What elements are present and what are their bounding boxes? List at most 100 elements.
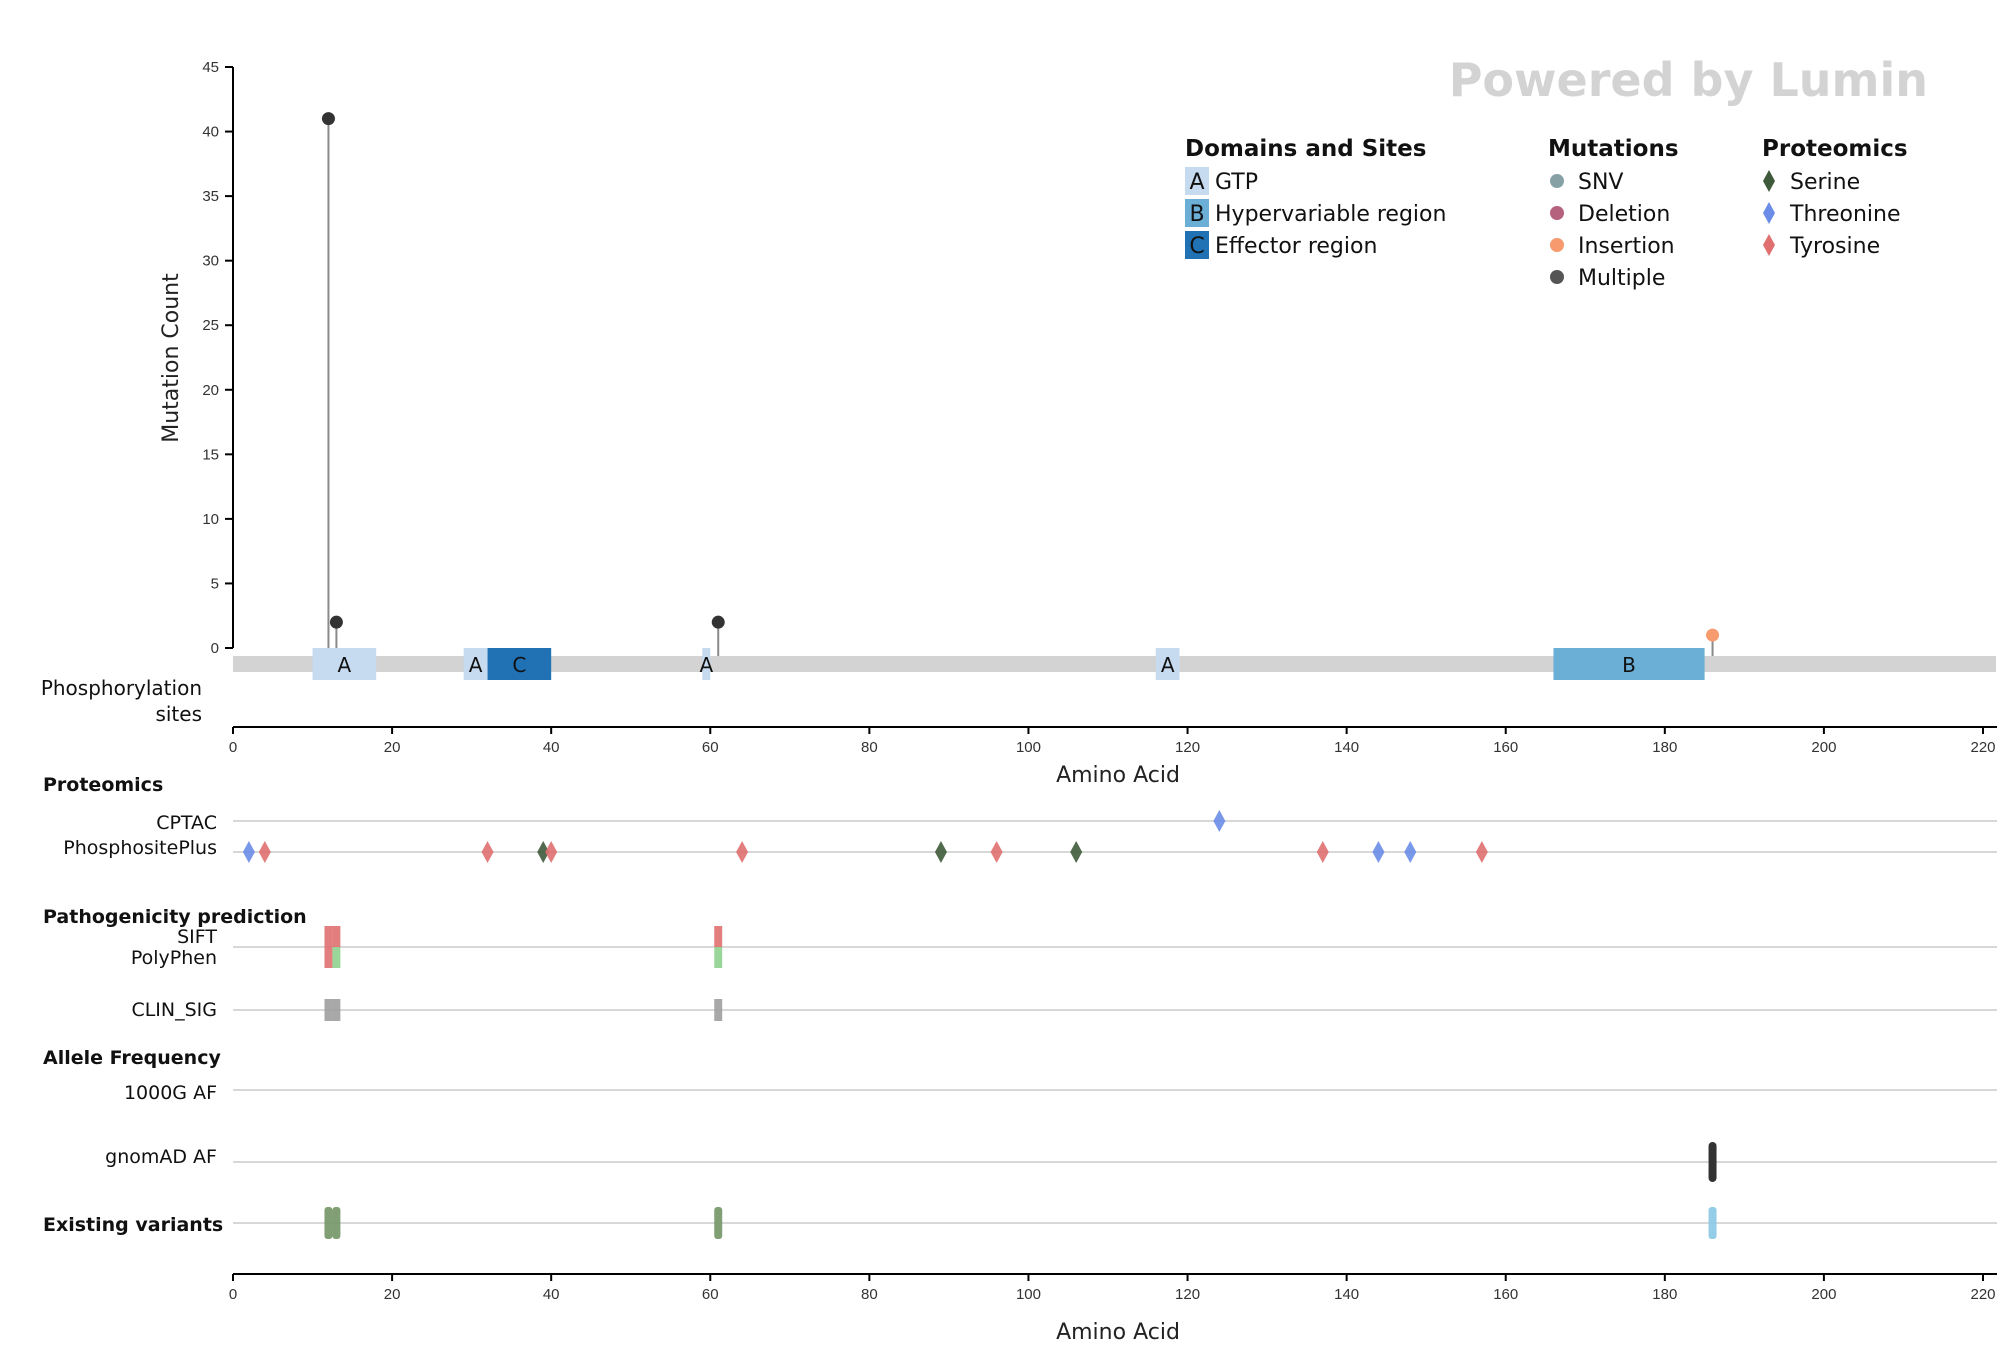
x-tick-label: 220 [1970, 739, 1995, 756]
x-tick-label: 0 [229, 739, 237, 756]
domain-label: B [1622, 653, 1636, 677]
x-axis-top-label: Amino Acid [1056, 763, 1180, 788]
phosphositeplus-site-threonine [1372, 841, 1385, 863]
track-label-gnomad: gnomAD AF [105, 1146, 217, 1168]
phosphositeplus-site-threonine [1404, 841, 1417, 863]
sift-mark [714, 926, 723, 947]
legend-domain-label: Hypervariable region [1215, 202, 1446, 227]
phosphositeplus-site-tyrosine [481, 841, 494, 863]
track-label-polyphen: PolyPhen [131, 947, 217, 969]
y-tick-label: 5 [211, 575, 219, 592]
y-axis-label: Mutation Count [159, 273, 184, 443]
legend-mutation-label: Multiple [1578, 266, 1665, 291]
y-tick-label: 30 [202, 253, 219, 270]
pathogenicity-section-title: Pathogenicity prediction [43, 906, 307, 928]
legend-mutation-label: SNV [1578, 170, 1623, 195]
y-tick-label: 15 [202, 446, 219, 463]
y-tick-label: 40 [202, 124, 219, 141]
x-axis-top: 0 20 40 60 80 100 120 140 160 180 200 220 [229, 726, 1997, 756]
legend-domain-label: GTP [1215, 170, 1258, 195]
y-tick-label: 0 [211, 640, 219, 657]
x-tick-label: 140 [1334, 1286, 1359, 1303]
clin-sig-mark [324, 999, 333, 1021]
legend-proteomics: Proteomics Serine Threonine Tyrosine [1762, 136, 1908, 259]
legend-proteomics-label: Tyrosine [1789, 234, 1880, 259]
lollipop-head-insertion [1706, 628, 1720, 642]
x-tick-label: 160 [1493, 1286, 1518, 1303]
x-tick-label: 140 [1334, 739, 1359, 756]
phosphositeplus-site-tyrosine [545, 841, 558, 863]
x-tick-label: 100 [1016, 1286, 1041, 1303]
polyphen-mark [332, 947, 341, 968]
legend-mutations-title: Mutations [1548, 136, 1679, 162]
legend-proteomics-label: Threonine [1789, 202, 1900, 227]
x-tick-label: 20 [384, 739, 401, 756]
phosphositeplus-site-tyrosine [990, 841, 1003, 863]
x-tick-label: 0 [229, 1286, 237, 1303]
legend-diamond-icon [1763, 202, 1775, 224]
x-tick-label: 160 [1493, 739, 1518, 756]
sift-mark [332, 926, 341, 947]
legend-proteomics-label: Serine [1790, 170, 1860, 195]
protein-lollipop-chart: Powered by Lumin 0 5 10 15 20 25 30 35 40 45 Muta… [41, 53, 1997, 1345]
x-tick-label: 220 [1970, 1286, 1995, 1303]
sift-mark [324, 926, 333, 947]
x-tick-label: 20 [384, 1286, 401, 1303]
lollipop-layer [321, 112, 1720, 658]
y-tick-label: 20 [202, 382, 219, 399]
y-tick-label: 35 [202, 188, 219, 205]
x-tick-label: 180 [1652, 1286, 1677, 1303]
x-tick-label: 40 [543, 739, 560, 756]
allele-section-title: Allele Frequency [43, 1047, 221, 1069]
legend-mutation-label: Insertion [1578, 234, 1675, 259]
x-tick-label: 60 [702, 1286, 719, 1303]
existing-variant-mark [1708, 1207, 1717, 1239]
legend-mutation-label: Deletion [1578, 202, 1670, 227]
existing-variant-mark [324, 1207, 333, 1239]
legend-domain-code: C [1189, 234, 1204, 259]
x-axis-bottom: 0 20 40 60 80 100 120 140 160 180 200 220 [229, 1273, 1997, 1303]
y-tick-label: 45 [202, 59, 219, 76]
x-tick-label: 60 [702, 739, 719, 756]
domain-label: C [512, 653, 526, 677]
domain-label: A [469, 653, 483, 677]
x-tick-label: 200 [1811, 1286, 1836, 1303]
phosphositeplus-site-tyrosine [1475, 841, 1488, 863]
phosphositeplus-site-serine [934, 841, 947, 863]
track-label-clin-sig: CLIN_SIG [131, 999, 217, 1021]
phosphositeplus-site-tyrosine [258, 841, 271, 863]
lollipop-head-multiple [711, 615, 725, 629]
x-tick-label: 180 [1652, 739, 1677, 756]
annotation-tracks [233, 810, 1997, 1239]
clin-sig-mark [332, 999, 341, 1021]
legend-diamond-icon [1763, 234, 1775, 256]
phosphositeplus-site-threonine [242, 841, 255, 863]
cptac-site-threonine [1213, 810, 1226, 832]
track-label-cptac: CPTAC [156, 812, 217, 834]
polyphen-mark [714, 947, 723, 968]
domain-label: A [699, 653, 713, 677]
track-label-1000g: 1000G AF [124, 1082, 217, 1104]
lollipop-head-multiple [329, 615, 343, 629]
track-label-phosphositeplus: PhosphositePlus [63, 837, 217, 859]
domain-label: A [1161, 653, 1175, 677]
x-tick-label: 80 [861, 739, 878, 756]
x-tick-label: 200 [1811, 739, 1836, 756]
lollipop-head-multiple [321, 112, 335, 126]
legend-mutations: Mutations SNV Deletion Insertion Multiple [1548, 136, 1679, 291]
legend-mutation-dot-icon [1550, 238, 1564, 252]
x-tick-label: 120 [1175, 739, 1200, 756]
legend-mutation-dot-icon [1550, 174, 1564, 188]
legend-domain-label: Effector region [1215, 234, 1377, 259]
y-tick-label: 10 [202, 511, 219, 528]
legend-domain-code: B [1189, 202, 1204, 227]
phosphositeplus-site-tyrosine [736, 841, 749, 863]
legend-domain-code: A [1189, 170, 1204, 195]
track-label-sift: SIFT [177, 926, 217, 948]
legend-diamond-icon [1763, 170, 1775, 192]
phosphositeplus-site-tyrosine [1316, 841, 1329, 863]
phosphorylation-label-line2: sites [155, 702, 202, 726]
protein-track: AACAAB [233, 648, 1996, 680]
existing-variant-mark [332, 1207, 341, 1239]
polyphen-mark [324, 947, 333, 968]
